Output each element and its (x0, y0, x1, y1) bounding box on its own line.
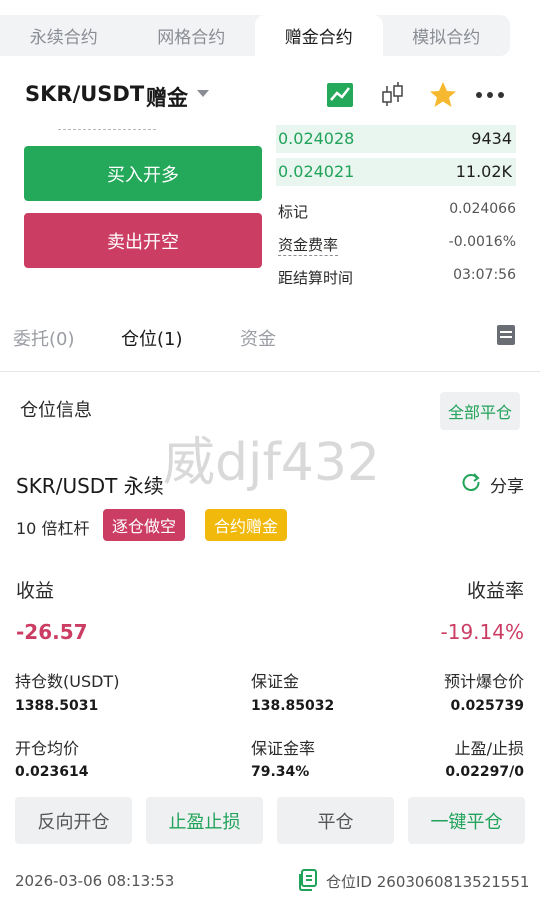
tab-orders[interactable]: 委托(0) (13, 325, 75, 351)
more-icon[interactable] (475, 80, 505, 110)
buy-long-button[interactable]: 买入开多 (24, 146, 262, 201)
stat-value: 79.34% (251, 764, 310, 780)
tab-bonus[interactable]: 赠金合约 (255, 15, 383, 56)
info-value: -0.0016% (448, 234, 516, 250)
side-badge: 逐仓做空 (103, 509, 186, 541)
info-label: 标记 (278, 203, 309, 221)
info-value: 0.024066 (449, 201, 516, 217)
divider (0, 371, 540, 372)
chart-line-icon[interactable] (325, 80, 355, 110)
candlestick-icon[interactable] (378, 80, 408, 110)
pair-header: SKR/USDT 赠金 (0, 72, 540, 120)
orderbook-row[interactable]: 0.024028 9434 (276, 125, 516, 153)
tp-sl-button[interactable]: 止盈止损 (146, 797, 263, 844)
stat-label: 保证金 (251, 672, 300, 691)
reverse-open-button[interactable]: 反向开仓 (15, 797, 132, 844)
stat-value: 0.023614 (15, 764, 89, 780)
info-label[interactable]: 资金费率 (278, 234, 339, 256)
roi-value: -19.14% (440, 620, 524, 644)
orderbook-price: 0.024021 (278, 162, 355, 181)
share-label[interactable]: 分享 (490, 472, 524, 497)
tab-positions[interactable]: 仓位(1) (121, 325, 183, 351)
tab-perpetual[interactable]: 永续合约 (0, 15, 128, 56)
info-label: 距结算时间 (278, 269, 354, 287)
copy-icon[interactable] (297, 869, 317, 891)
pair-tag[interactable]: 赠金 (146, 82, 188, 112)
position-info-title: 仓位信息 (20, 400, 92, 421)
stat-value: 0.02297/0 (445, 764, 524, 780)
divider-dashed (58, 129, 156, 130)
pnl-label: 收益 (16, 580, 55, 602)
one-click-close-button[interactable]: 一键平仓 (408, 797, 525, 844)
stat-label: 持仓数(USDT) (15, 672, 120, 691)
bonus-badge: 合约赠金 (205, 509, 288, 541)
orderbook-qty: 11.02K (455, 162, 512, 181)
list-icon[interactable] (497, 325, 515, 345)
stat-value: 1388.5031 (15, 698, 99, 714)
star-icon[interactable] (428, 80, 458, 110)
position-id: 仓位ID 2603060813521551 (326, 873, 530, 891)
leverage-label: 10 倍杠杆 (16, 519, 90, 538)
pair-name[interactable]: SKR/USDT (25, 82, 144, 106)
stat-label: 保证金率 (251, 739, 316, 758)
pnl-value: -26.57 (16, 620, 88, 644)
close-all-button[interactable]: 全部平仓 (440, 392, 520, 430)
tab-assets[interactable]: 资金 (240, 325, 276, 351)
stat-value: 138.85032 (251, 698, 335, 714)
stat-label: 预计爆仓价 (443, 672, 524, 691)
stat-value: 0.025739 (450, 698, 524, 714)
info-value: 03:07:56 (453, 267, 516, 283)
position-time: 2026-03-06 08:13:53 (15, 872, 175, 890)
stat-label: 止盈/止损 (454, 739, 524, 758)
caret-down-icon[interactable] (197, 90, 209, 97)
orderbook-row[interactable]: 0.024021 11.02K (276, 158, 516, 186)
roi-label: 收益率 (466, 580, 524, 602)
sell-short-button[interactable]: 卖出开空 (24, 213, 262, 268)
share-icon[interactable] (461, 472, 481, 492)
stat-label: 开仓均价 (15, 739, 80, 758)
tab-grid[interactable]: 网格合约 (128, 15, 256, 56)
position-contract: SKR/USDT 永续 (16, 474, 164, 498)
tab-demo[interactable]: 模拟合约 (383, 15, 511, 56)
watermark-text: 威djf432 (163, 433, 381, 493)
orderbook-qty: 9434 (471, 129, 512, 148)
close-position-button[interactable]: 平仓 (277, 797, 394, 844)
orderbook-price: 0.024028 (278, 129, 355, 148)
contract-type-tabs: 永续合约 网格合约 赠金合约 模拟合约 (0, 15, 510, 56)
